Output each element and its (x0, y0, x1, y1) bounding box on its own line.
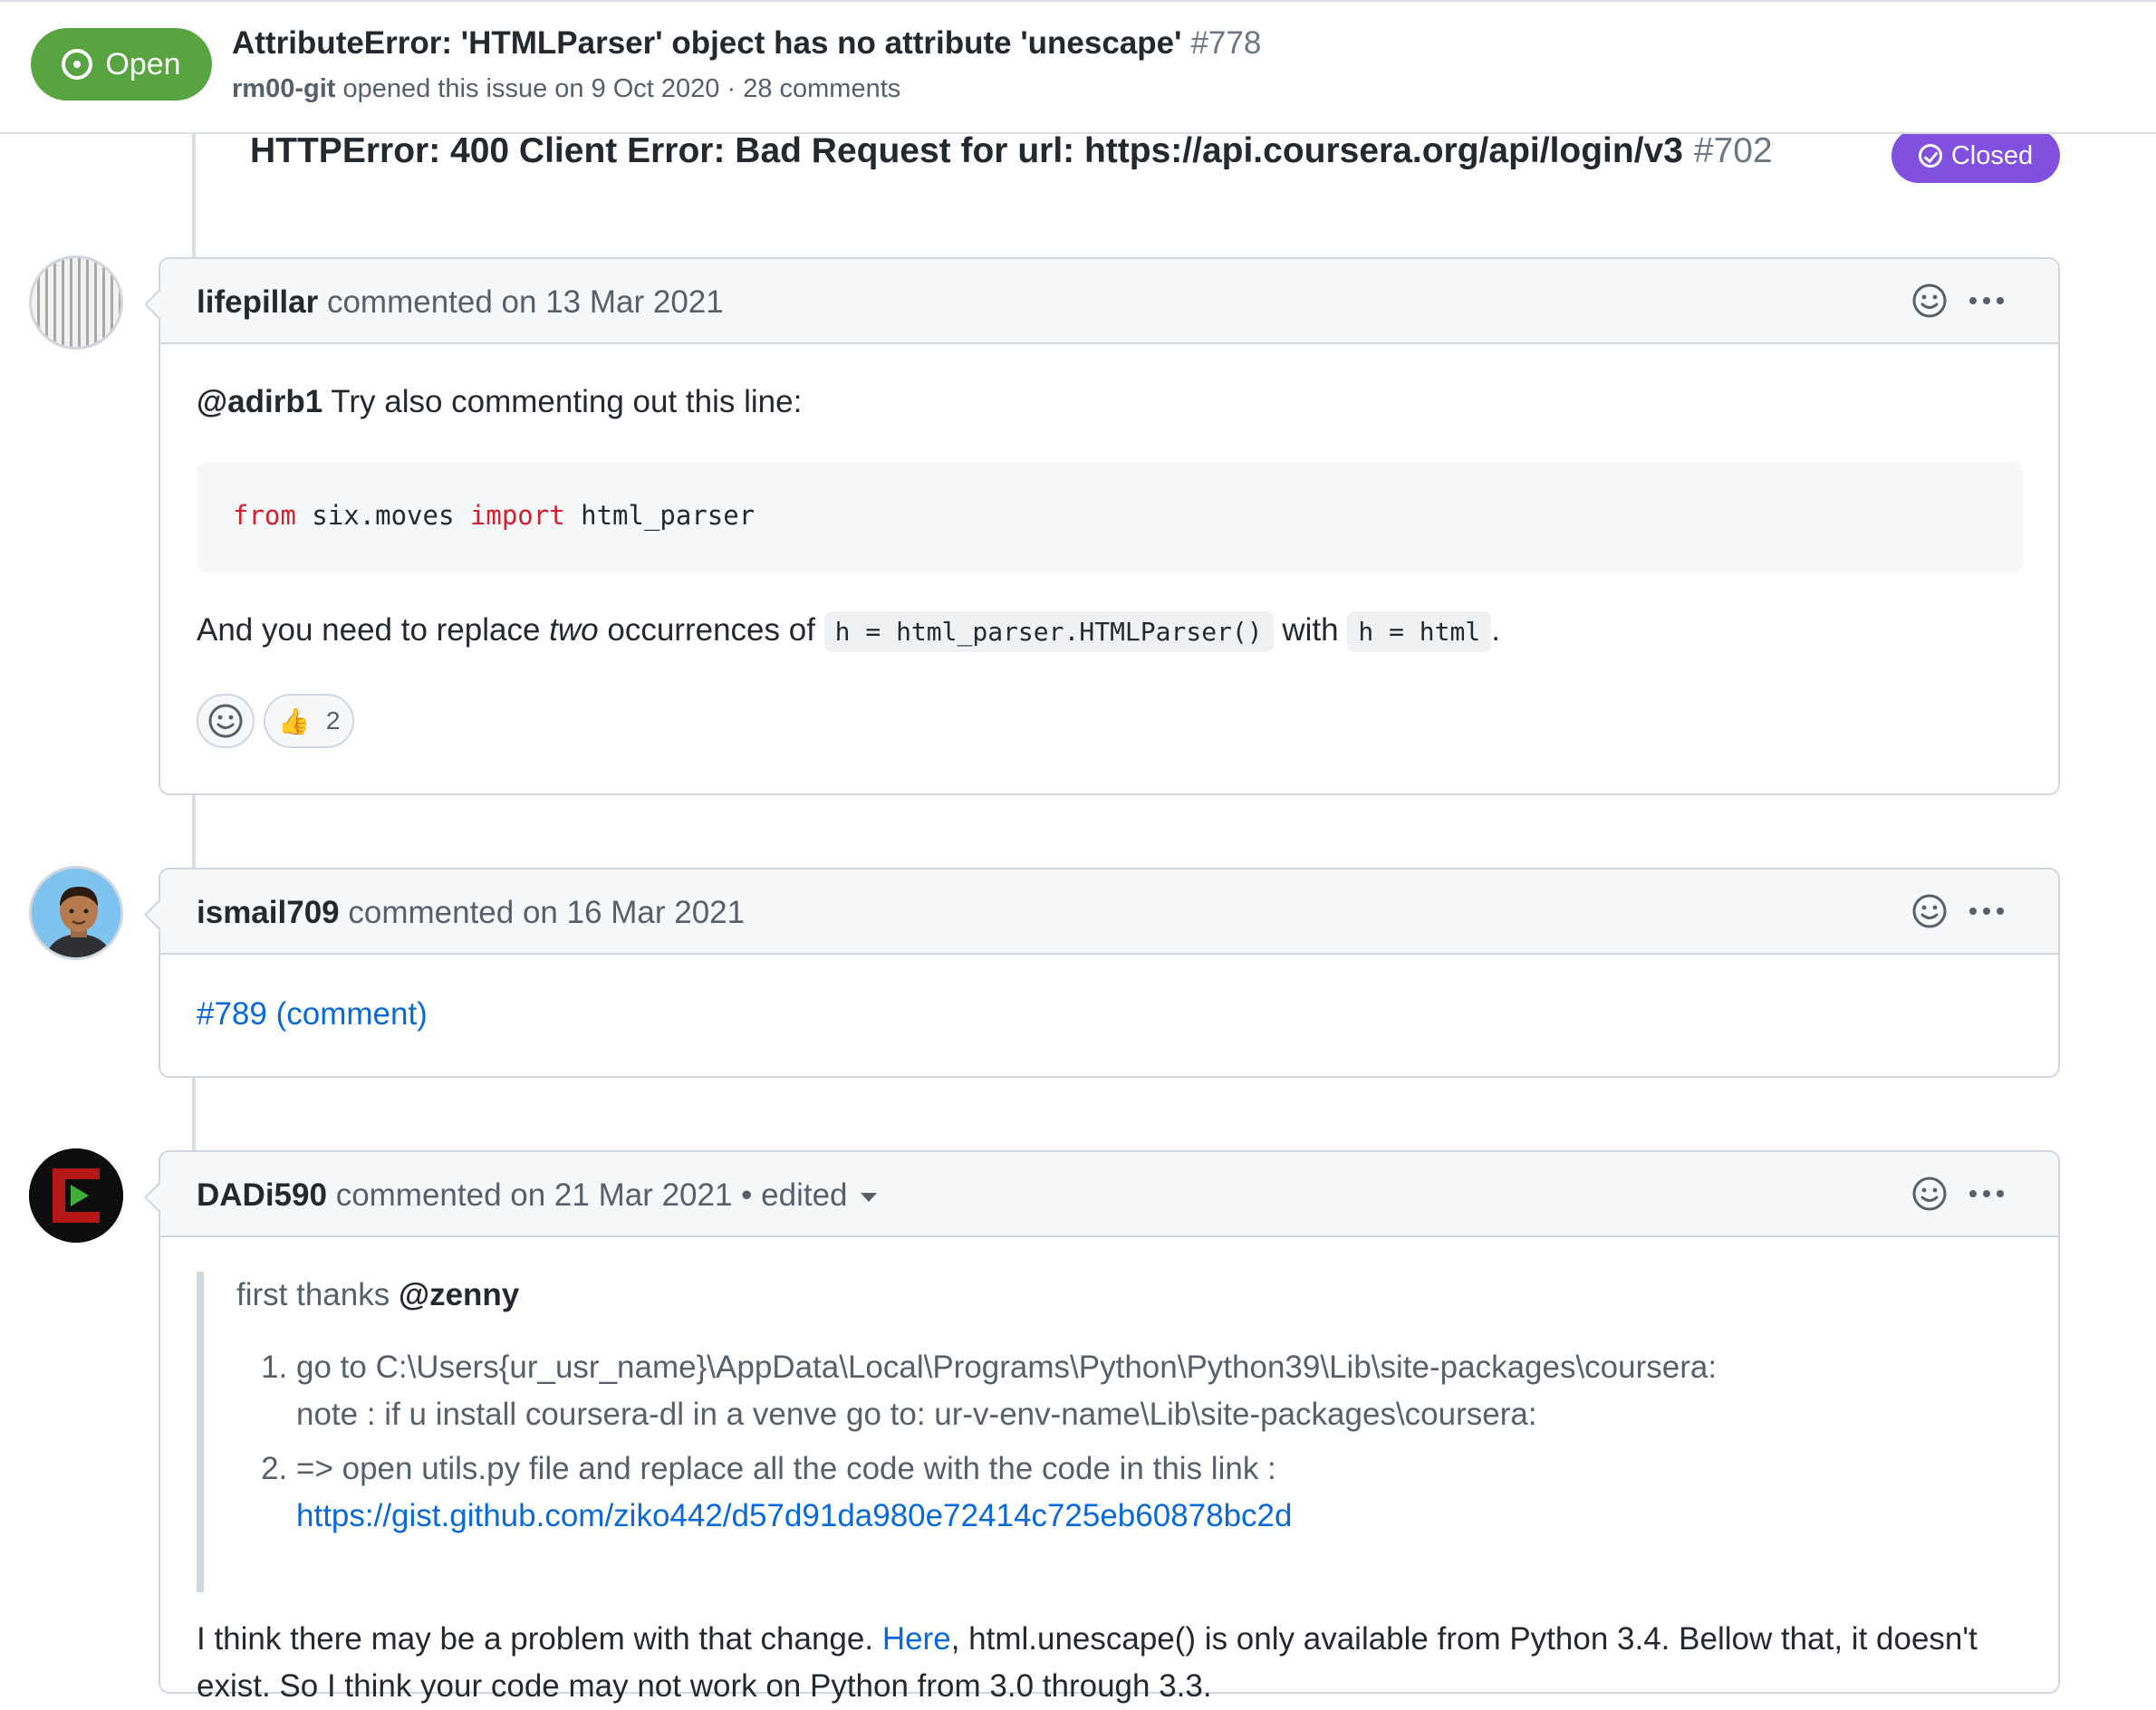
code-name: html_parser (564, 500, 756, 531)
code-keyword: import (469, 500, 565, 531)
avatar-ismail709[interactable] (29, 866, 123, 960)
kebab-icon[interactable] (1969, 1190, 2004, 1197)
avatar-lifepillar[interactable] (29, 255, 123, 350)
steps-list: go to C:\Users{ur_usr_name}\AppData\Loca… (236, 1344, 1918, 1540)
issue-state-label: Open (105, 46, 181, 82)
comment-date[interactable]: commented on 16 Mar 2021 (348, 895, 745, 930)
code-module: six.moves (295, 500, 470, 531)
comment-paragraph: I think there may be a problem with that… (197, 1616, 2017, 1710)
comment-text-1: Try also commenting out this line: (322, 384, 803, 419)
referenced-issue-title: HTTPError: 400 Client Error: Bad Request… (250, 131, 1683, 170)
text-segment: And you need to replace (197, 612, 550, 648)
gist-link[interactable]: https://gist.github.com/ziko442/d57d91da… (296, 1498, 1293, 1533)
issue-title-text: AttributeError: 'HTMLParser' object has … (232, 25, 1182, 61)
thumbs-up-icon: 👍 (278, 706, 310, 735)
step-line: go to C:\Users{ur_usr_name}\AppData\Loca… (296, 1350, 1718, 1385)
step-note: note : if u install coursera-dl in a ven… (296, 1397, 1537, 1432)
comment-header: ismail709 commented on 16 Mar 2021 (160, 869, 2058, 955)
closed-state-badge: Closed (1891, 129, 2060, 183)
check-circle-icon (1918, 144, 1942, 168)
issue-sticky-header: Open AttributeError: 'HTMLParser' object… (0, 0, 2156, 134)
mention-link[interactable]: @zenny (399, 1277, 519, 1312)
comment-paragraph: And you need to replace two occurrences … (197, 611, 1500, 652)
text-emphasis: two (549, 612, 599, 648)
reaction-count: 2 (325, 706, 341, 735)
comment-header: lifepillar commented on 13 Mar 2021 (160, 259, 2058, 344)
comment-ismail709: ismail709 commented on 16 Mar 2021 #789 … (159, 868, 2060, 1078)
step-line: => open utils.py file and replace all th… (296, 1451, 1276, 1486)
mention-link[interactable]: @adirb1 (197, 384, 322, 419)
closed-state-label: Closed (1950, 140, 2034, 170)
issue-author[interactable]: rm00-git (232, 74, 335, 103)
reactions-bar: 👍 2 (197, 694, 355, 748)
quote-intro-text: first thanks (236, 1277, 399, 1312)
comment-date[interactable]: commented on 21 Mar 2021 • edited (336, 1177, 848, 1213)
issue-meta: rm00-git opened this issue on 9 Oct 2020… (232, 74, 900, 104)
list-item: => open utils.py file and replace all th… (296, 1446, 1918, 1540)
comment-date[interactable]: commented on 13 Mar 2021 (327, 284, 724, 320)
text-segment: , html.unescape() is only available from… (950, 1621, 1978, 1657)
comment-author[interactable]: DADi590 (197, 1177, 327, 1213)
referenced-issue-link[interactable]: HTTPError: 400 Client Error: Bad Request… (250, 131, 1773, 171)
text-segment: exist. So I think your code may not work… (197, 1668, 1212, 1704)
add-reaction-button[interactable] (197, 694, 255, 748)
inline-code: h = html (1347, 611, 1492, 652)
issue-meta-text: opened this issue on 9 Oct 2020 · 28 com… (342, 74, 901, 103)
kebab-icon[interactable] (1969, 297, 2004, 304)
code-block: from six.moves import html_parser (197, 462, 2023, 572)
quote-intro: first thanks @zenny (236, 1277, 1918, 1313)
thumbs-up-reaction[interactable]: 👍 2 (264, 694, 355, 748)
comment-author[interactable]: ismail709 (197, 895, 340, 930)
text-segment: I think there may be a problem with that… (197, 1621, 882, 1657)
issue-open-icon (62, 49, 93, 80)
list-item: go to C:\Users{ur_usr_name}\AppData\Loca… (296, 1344, 1918, 1438)
comment-text: @adirb1 Try also commenting out this lin… (197, 384, 802, 420)
kebab-icon[interactable] (1969, 908, 2004, 915)
referenced-issue-number: #702 (1693, 131, 1773, 170)
comment-lifepillar: lifepillar commented on 13 Mar 2021 @adi… (159, 257, 2060, 795)
avatar-logo (29, 1148, 123, 1243)
blockquote: first thanks @zenny go to C:\Users{ur_us… (197, 1272, 1918, 1592)
issue-state-badge: Open (31, 28, 212, 101)
comment-link[interactable]: #789 (comment) (197, 996, 428, 1033)
inline-code: h = html_parser.HTMLParser() (823, 611, 1274, 652)
smiley-icon[interactable] (1911, 893, 1948, 929)
issue-title[interactable]: AttributeError: 'HTMLParser' object has … (232, 25, 1261, 62)
comment-dadi590: DADi590 commented on 21 Mar 2021 • edite… (159, 1150, 2060, 1704)
comment-author[interactable]: lifepillar (197, 284, 318, 320)
text-segment: with (1273, 612, 1348, 648)
text-segment: occurrences of (598, 612, 824, 648)
avatar-illustration (32, 869, 120, 957)
avatar-dadi590[interactable] (29, 1148, 123, 1243)
smiley-icon[interactable] (1911, 1176, 1948, 1212)
issue-number: #778 (1190, 25, 1262, 61)
smiley-icon (208, 704, 243, 738)
smiley-icon[interactable] (1911, 283, 1948, 319)
comment-header: DADi590 commented on 21 Mar 2021 • edite… (160, 1152, 2058, 1237)
caret-down-icon[interactable] (860, 1192, 877, 1202)
code-keyword: from (233, 500, 296, 531)
here-link[interactable]: Here (882, 1621, 951, 1657)
text-segment: . (1491, 612, 1500, 648)
